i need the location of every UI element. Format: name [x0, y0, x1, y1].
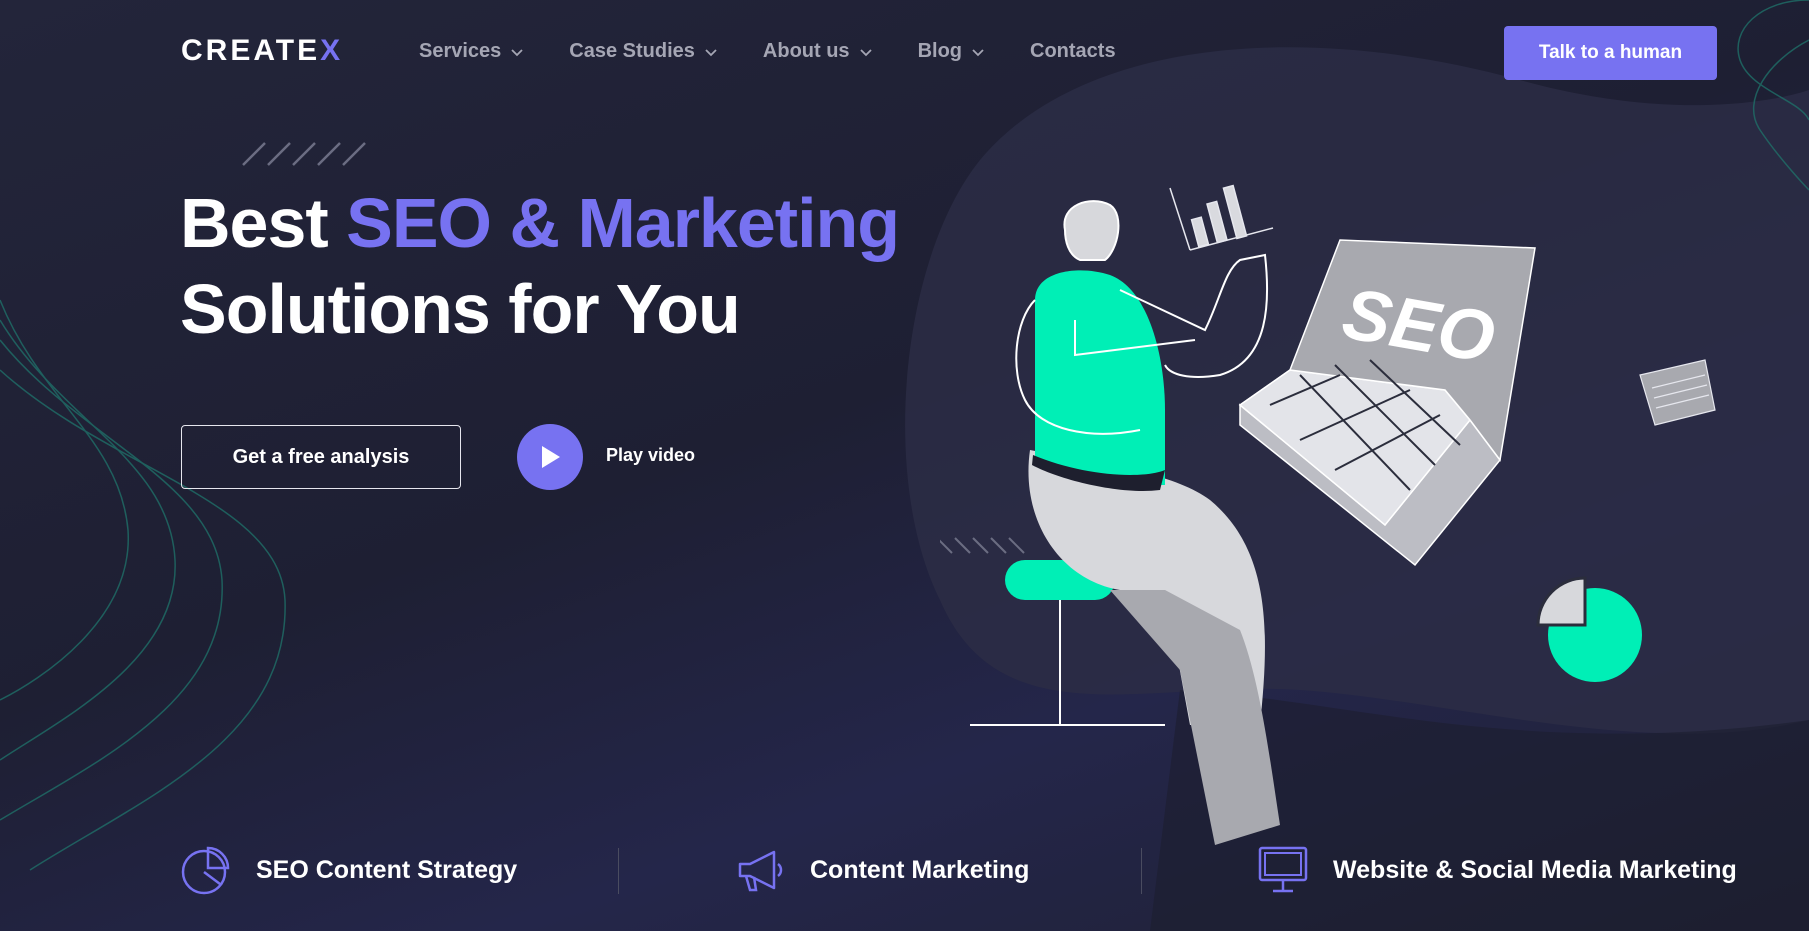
play-video-button[interactable] [517, 424, 583, 490]
bar-chart-doodle [1169, 184, 1274, 251]
nav-item-services[interactable]: Services [419, 40, 523, 63]
hero-title-accent: SEO & Marketing [346, 184, 900, 262]
nav-label: About us [762, 40, 850, 62]
free-analysis-button[interactable]: Get a free analysis [181, 425, 461, 489]
feature-divider [1141, 848, 1142, 894]
play-video-label[interactable]: Play video [606, 445, 695, 466]
talk-to-human-button[interactable]: Talk to a human [1504, 26, 1717, 80]
nav-item-blog[interactable]: Blog [918, 40, 984, 63]
chevron-down-icon [859, 48, 872, 56]
megaphone-icon [738, 850, 783, 892]
feature-divider [618, 848, 619, 894]
notepad-doodle [1639, 359, 1716, 426]
feature-website-social-media-marketing[interactable]: Website & Social Media Marketing [1257, 840, 1737, 900]
nav-label: Case Studies [569, 40, 695, 62]
nav-label: Blog [917, 40, 962, 62]
nav-label: Contacts [1030, 40, 1116, 62]
nav-item-contacts[interactable]: Contacts [1030, 40, 1116, 63]
nav-label: Services [419, 40, 502, 62]
person-doodle [970, 200, 1280, 845]
nav-item-case-studies[interactable]: Case Studies [569, 40, 717, 63]
feature-label: SEO Content Strategy [256, 855, 518, 884]
feature-seo-content-strategy[interactable]: SEO Content Strategy [180, 840, 517, 900]
site-header: CREATEX Services Case Studies About us B… [0, 0, 1809, 105]
pie-chart-icon [181, 846, 230, 895]
feature-label: Content Marketing [810, 855, 1030, 884]
chevron-down-icon [511, 48, 523, 56]
hero-title: Best SEO & Marketing Solutions for You [180, 180, 900, 352]
play-icon [542, 446, 560, 468]
hero-title-line2: Solutions for You [180, 270, 741, 348]
nav-item-about-us[interactable]: About us [763, 40, 872, 63]
createx-logo[interactable]: CREATEX [181, 34, 343, 68]
hero-title-part1: Best [180, 184, 347, 262]
monitor-icon [1258, 846, 1308, 893]
logo-text: CREATE [181, 34, 321, 67]
slash-decoration-small [940, 537, 1025, 554]
chevron-down-icon [972, 48, 984, 56]
feature-label: Website & Social Media Marketing [1333, 855, 1737, 884]
main-nav: Services Case Studies About us Blog Cont… [419, 40, 1162, 63]
features-row: SEO Content Strategy Content Marketing W… [0, 840, 1809, 931]
feature-content-marketing[interactable]: Content Marketing [734, 840, 1029, 900]
pie-chart-doodle [1536, 576, 1642, 682]
chevron-down-icon [705, 48, 717, 56]
laptop-doodle: SEO [1238, 239, 1536, 567]
contour-lines [0, 299, 286, 871]
logo-x: X [320, 34, 344, 67]
hero-illustration: SEO [940, 184, 1716, 845]
slash-decoration [242, 142, 366, 166]
